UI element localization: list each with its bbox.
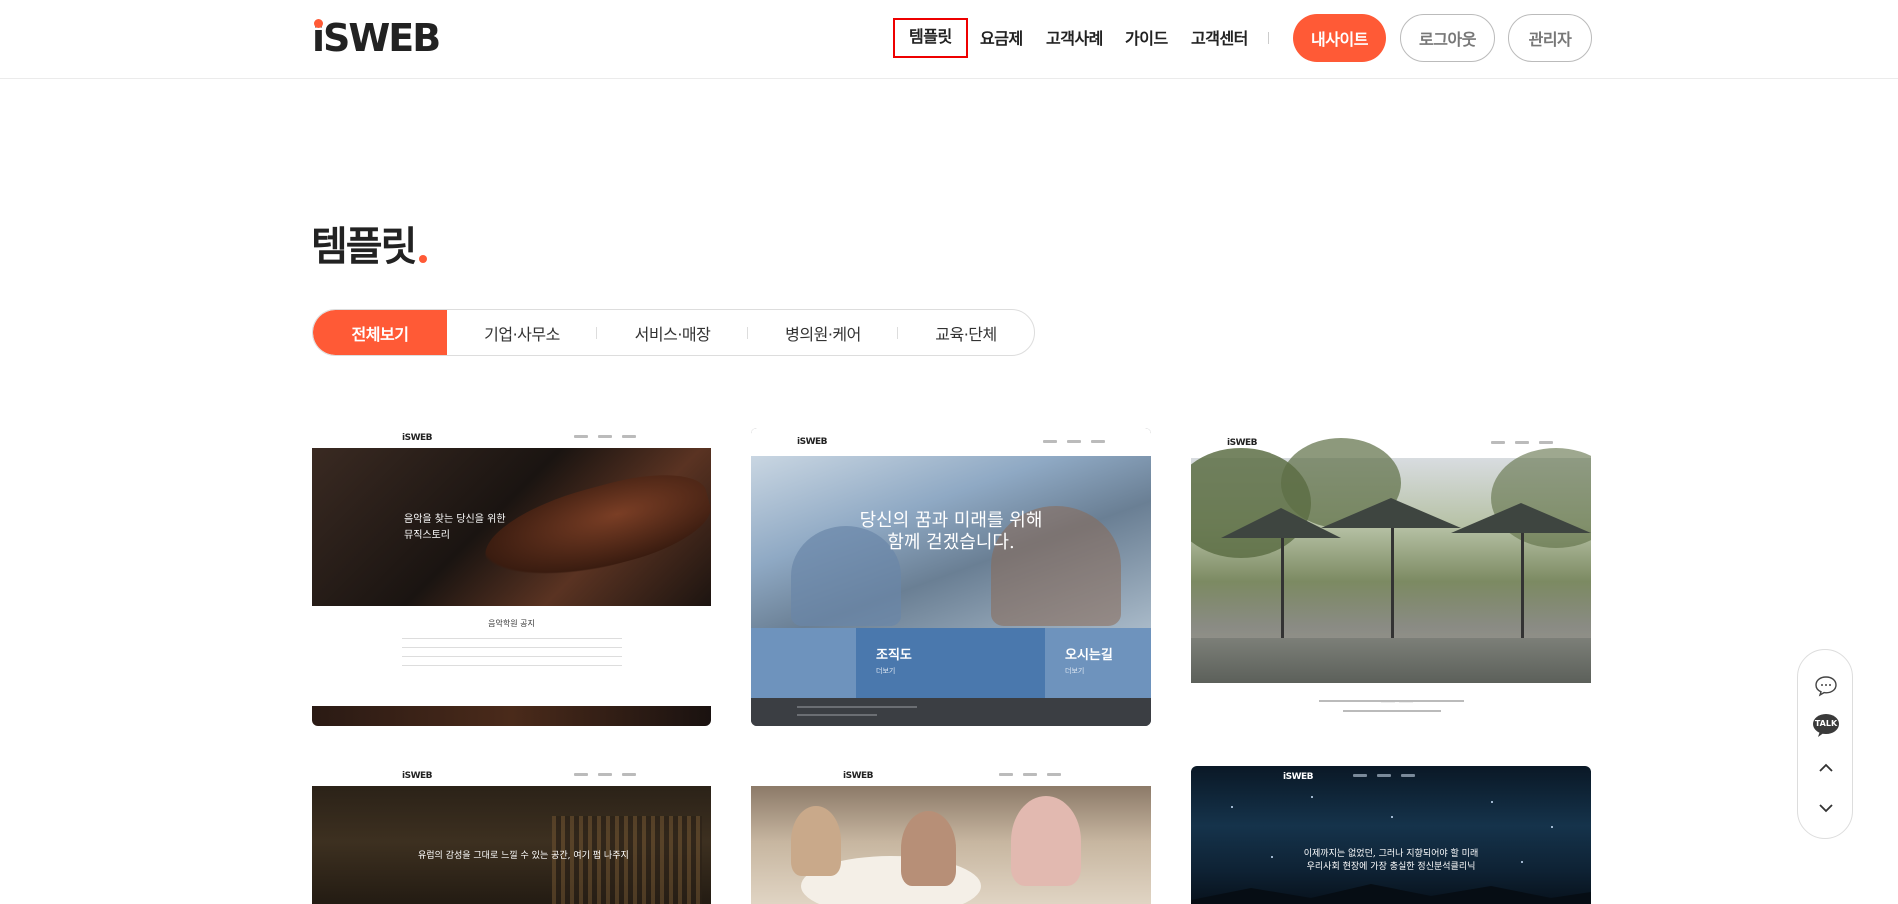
quick-menu: TALK (1797, 649, 1853, 839)
hero-line: 음악을 찾는 당신을 위한 (404, 514, 506, 525)
thumb-logo: iSWEB (402, 771, 433, 781)
thumb-menu (1491, 441, 1553, 444)
kakao-talk-icon[interactable]: TALK (1798, 712, 1854, 740)
thumb-hero-text: 유럽의 감성을 그대로 느낄 수 있는 공간, 여기 펍 나주지 (418, 851, 629, 861)
thumb-hero-image: iSWEB 이제까지는 없었던, 그러나 지향되어야 할 미래 우리사회 현장에… (1191, 766, 1591, 904)
thumb-footer (751, 698, 1151, 726)
thumb-menu (999, 773, 1061, 776)
tab-label: 병의원·케어 (785, 324, 861, 344)
umbrella-pole (1521, 533, 1524, 638)
nav-support[interactable]: 고객센터 (1191, 24, 1248, 54)
admin-button[interactable]: 관리자 (1508, 14, 1592, 62)
star (1491, 801, 1493, 803)
thumb-header: iSWEB (312, 428, 711, 448)
tab-business[interactable]: 기업·사무소 (447, 310, 597, 355)
notice-title: 음악학원 공지 (488, 619, 535, 628)
thumb-header: iSWEB (751, 428, 1151, 456)
kid-image (1011, 796, 1081, 886)
thumb-menu (574, 773, 636, 776)
tab-label: 기업·사무소 (484, 324, 560, 344)
template-card-pub[interactable]: iSWEB 유럽의 감성을 그대로 느낄 수 있는 공간, 여기 펍 나주지 (312, 766, 711, 904)
site-logo[interactable]: iSWEB (312, 16, 441, 60)
band-sub: 더보기 (1065, 667, 1085, 675)
site-header: iSWEB 템플릿 요금제 고객사례 가이드 고객센터 내사이트 로그아웃 관리… (0, 0, 1898, 79)
violin-image (475, 459, 711, 597)
thumb-hero-text: 음악을 찾는 당신을 위한 뮤직스토리 (404, 512, 506, 544)
chat-icon[interactable] (1798, 672, 1854, 700)
chevron-down-icon[interactable] (1798, 796, 1854, 820)
umbrella-pole (1281, 538, 1284, 638)
thumb-hero-image (751, 786, 1151, 904)
category-tabs: 전체보기 기업·사무소 서비스·매장 병의원·케어 교육·단체 (312, 309, 1035, 356)
logo-text: iSWEB (312, 16, 441, 60)
thumb-logo: iSWEB (797, 437, 828, 447)
tab-label: 교육·단체 (935, 324, 997, 344)
thumb-menu (1353, 774, 1415, 777)
title-accent-dot (419, 255, 427, 263)
nav-templates[interactable]: 템플릿 (893, 18, 968, 58)
mountain-silhouette (1191, 884, 1591, 904)
hero-line: 우리사회 현장에 가장 충실한 정신분석클리닉 (1306, 862, 1476, 872)
thumb-band (751, 628, 856, 698)
kakao-label: TALK (1814, 719, 1838, 728)
thumb-band-location: 오시는길 더보기 (1045, 628, 1151, 698)
thumb-menu (1043, 440, 1105, 443)
thumb-band-organization: 조직도 더보기 (856, 628, 1045, 698)
kid-image (901, 811, 956, 886)
template-card-clinic[interactable]: iSWEB 이제까지는 없었던, 그러나 지향되어야 할 미래 우리사회 현장에… (1191, 766, 1591, 904)
band-sub: 더보기 (876, 667, 896, 675)
tree-image (1491, 448, 1591, 548)
my-site-button[interactable]: 내사이트 (1293, 14, 1386, 62)
chevron-up-icon[interactable] (1798, 756, 1854, 780)
hero-line: 함께 걷겠습니다. (887, 532, 1015, 553)
tab-label: 서비스·매장 (634, 324, 711, 344)
logo-dot (314, 19, 323, 28)
star (1551, 826, 1553, 828)
band-label: 오시는길 (1065, 648, 1113, 663)
nav-cases[interactable]: 고객사례 (1046, 24, 1103, 54)
thumb-logo: iSWEB (843, 771, 874, 781)
thumb-hero-image (1191, 438, 1591, 703)
thumb-header: iSWEB (751, 766, 1151, 786)
star (1311, 796, 1313, 798)
template-card-kids[interactable]: iSWEB (751, 766, 1151, 904)
nav-divider (1268, 32, 1269, 44)
thumb-hero-image: 음악을 찾는 당신을 위한 뮤직스토리 (312, 448, 711, 606)
nav-guide[interactable]: 가이드 (1125, 24, 1168, 54)
hero-line: 뮤직스토리 (404, 530, 450, 541)
tab-clinic[interactable]: 병의원·케어 (748, 310, 898, 355)
notice-table (402, 638, 622, 674)
tab-all[interactable]: 전체보기 (313, 310, 447, 355)
tab-education[interactable]: 교육·단체 (898, 310, 1034, 355)
thumb-footer-text (1343, 710, 1441, 712)
pool-image (1191, 638, 1591, 683)
tab-label: 전체보기 (351, 324, 409, 344)
thumb-header: iSWEB (312, 766, 711, 786)
template-card-resort[interactable]: iSWEB (1191, 428, 1591, 726)
thumb-logo: iSWEB (402, 433, 433, 443)
logout-button[interactable]: 로그아웃 (1400, 14, 1495, 62)
hero-line: 이제까지는 없었던, 그러나 지향되어야 할 미래 (1303, 849, 1479, 859)
thumb-hero-text: 당신의 꿈과 미래를 위해 함께 걷겠습니다. (751, 510, 1151, 554)
star (1391, 816, 1393, 818)
thumb-logo: iSWEB (1283, 772, 1314, 782)
template-card-education[interactable]: iSWEB 당신의 꿈과 미래를 위해 함께 걷겠습니다. 조직도 더보기 오시… (751, 428, 1151, 726)
thumb-footer-text (1319, 700, 1464, 702)
thumb-logo: iSWEB (1227, 438, 1258, 448)
thumb-footer (312, 706, 711, 726)
template-card-music[interactable]: iSWEB 음악을 찾는 당신을 위한 뮤직스토리 음악학원 공지 (312, 428, 711, 726)
thumb-hero-image: 당신의 꿈과 미래를 위해 함께 걷겠습니다. (751, 456, 1151, 628)
umbrella-pole (1391, 528, 1394, 638)
tab-service[interactable]: 서비스·매장 (597, 310, 748, 355)
page-title: 템플릿 (311, 224, 417, 270)
nav-pricing[interactable]: 요금제 (980, 24, 1023, 54)
hero-line: 당신의 꿈과 미래를 위해 (859, 510, 1043, 531)
kid-image (791, 806, 841, 876)
thumb-hero-text: 이제까지는 없었던, 그러나 지향되어야 할 미래 우리사회 현장에 가장 충실… (1191, 848, 1591, 874)
band-label: 조직도 (876, 648, 912, 663)
thumb-notice-section: 음악학원 공지 (312, 606, 711, 706)
thumb-menu (574, 435, 636, 438)
star (1231, 806, 1233, 808)
thumb-hero-image: 유럽의 감성을 그대로 느낄 수 있는 공간, 여기 펍 나주지 (312, 786, 711, 904)
